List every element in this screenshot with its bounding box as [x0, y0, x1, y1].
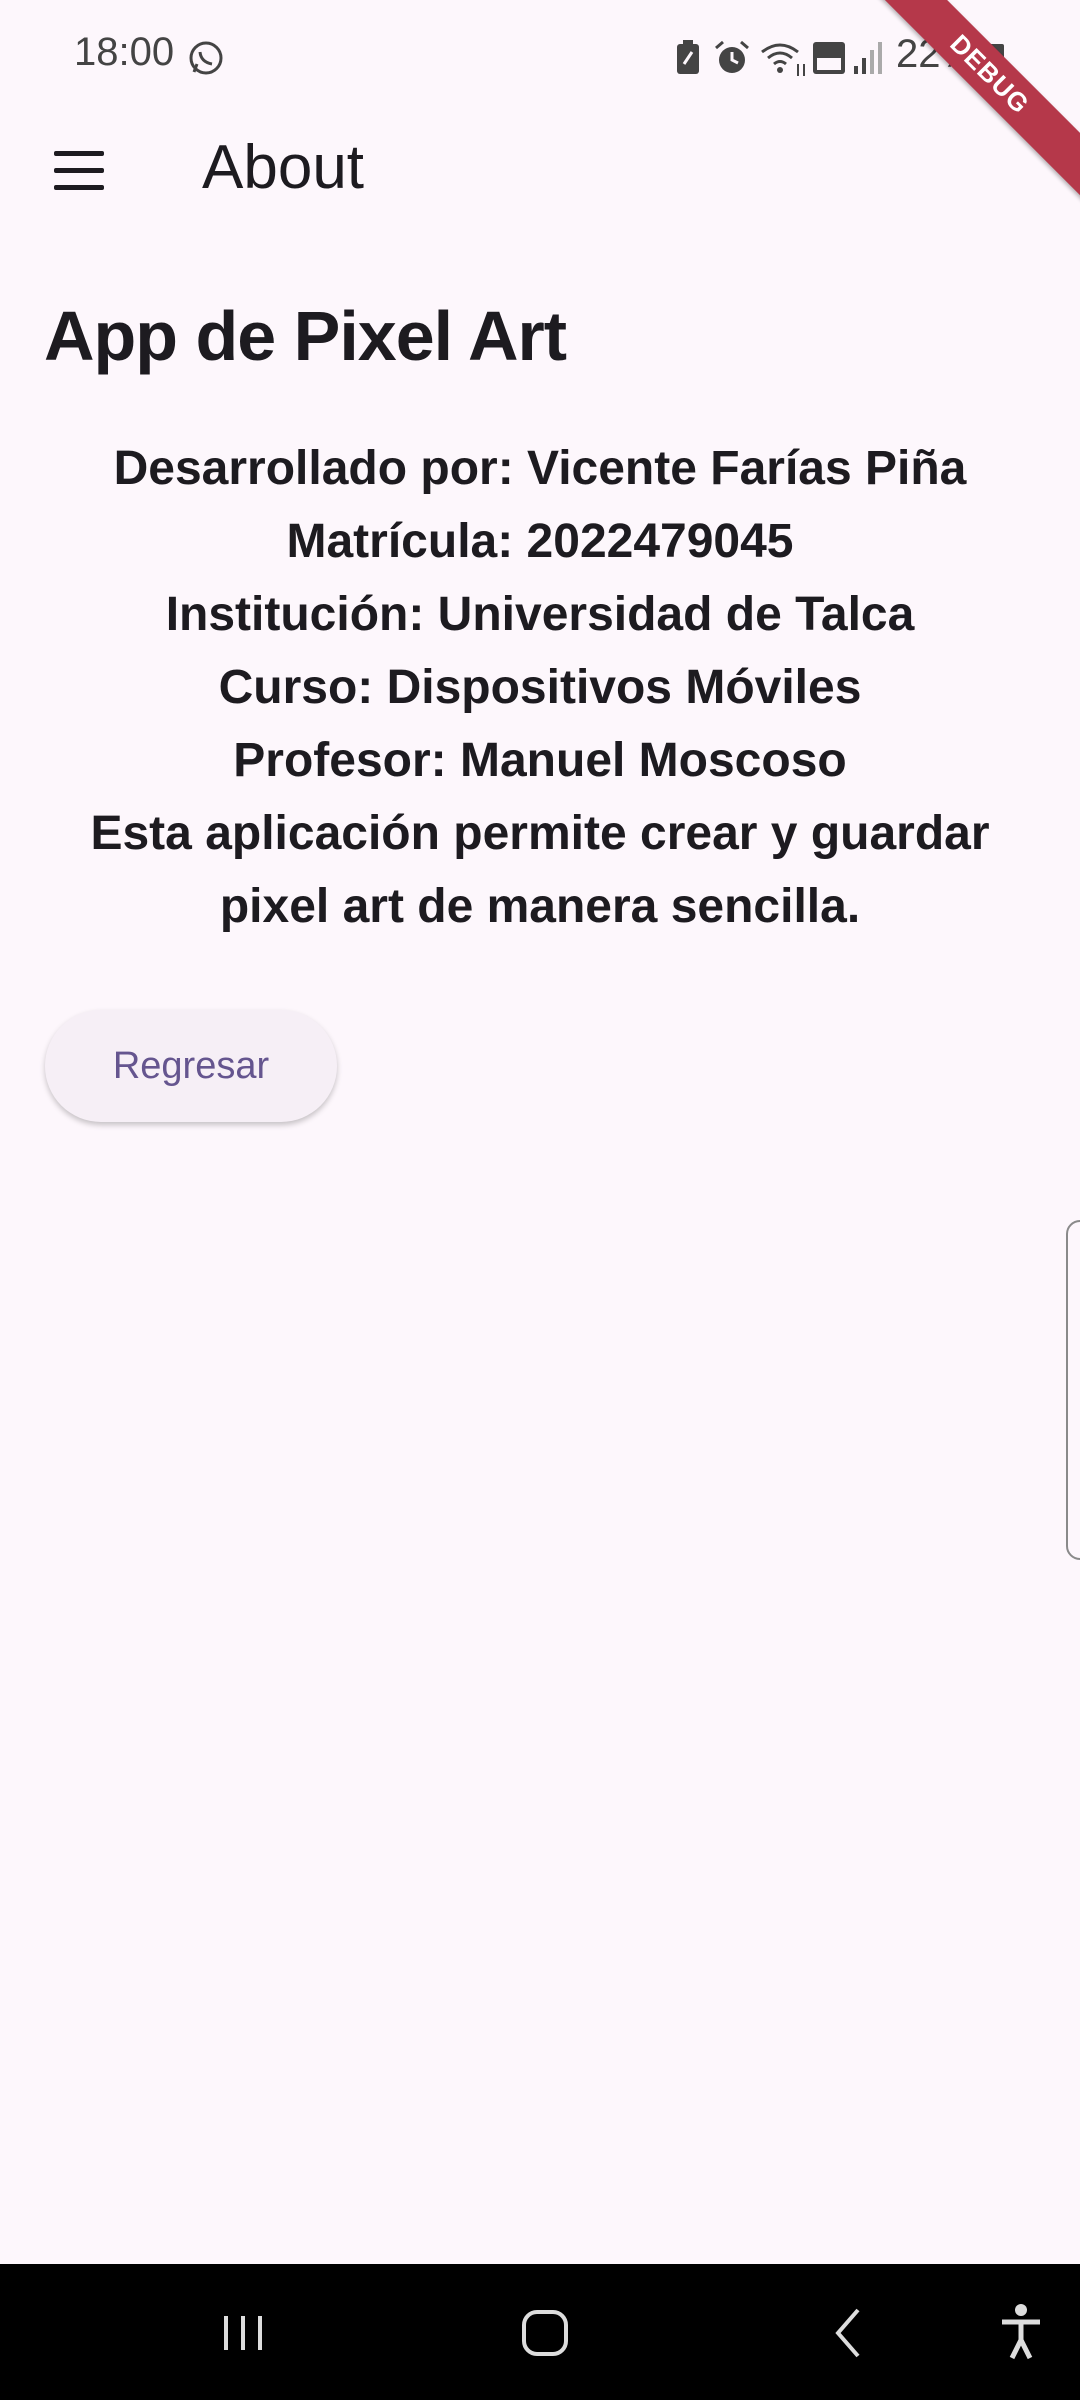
navigation-bar: [0, 2264, 1080, 2400]
description-line-1: Esta aplicación permite crear y guardar: [90, 807, 990, 860]
about-info: Desarrollado por: Vicente Farías Piña Ma…: [44, 432, 1036, 943]
description-line-2: pixel art de manera sencilla.: [219, 880, 861, 933]
recents-icon[interactable]: [198, 2288, 288, 2378]
home-icon[interactable]: [500, 2288, 590, 2378]
professor-line: Profesor: Manuel Moscoso: [233, 734, 847, 787]
accessibility-icon[interactable]: [976, 2288, 1066, 2378]
status-time: 18:00: [74, 30, 175, 74]
battery-saver-icon: [677, 40, 699, 74]
app-bar: About: [0, 120, 1080, 216]
page-title: About: [202, 133, 365, 202]
back-button[interactable]: Regresar: [45, 1010, 337, 1122]
alarm-icon: [715, 40, 749, 73]
whatsapp-icon: [189, 41, 223, 75]
institution-line: Institución: Universidad de Talca: [165, 588, 915, 641]
developer-line: Desarrollado por: Vicente Farías Piña: [113, 442, 967, 495]
edge-panel-handle[interactable]: [1066, 1220, 1080, 1560]
signal-icon: [854, 42, 882, 74]
course-line: Curso: Dispositivos Móviles: [218, 661, 862, 714]
student-id-line: Matrícula: 2022479045: [286, 515, 794, 568]
menu-button[interactable]: [40, 132, 116, 208]
volte-icon: [813, 42, 845, 74]
app-heading: App de Pixel Art: [44, 297, 567, 375]
wifi-icon: [761, 43, 805, 76]
back-icon[interactable]: [804, 2288, 894, 2378]
